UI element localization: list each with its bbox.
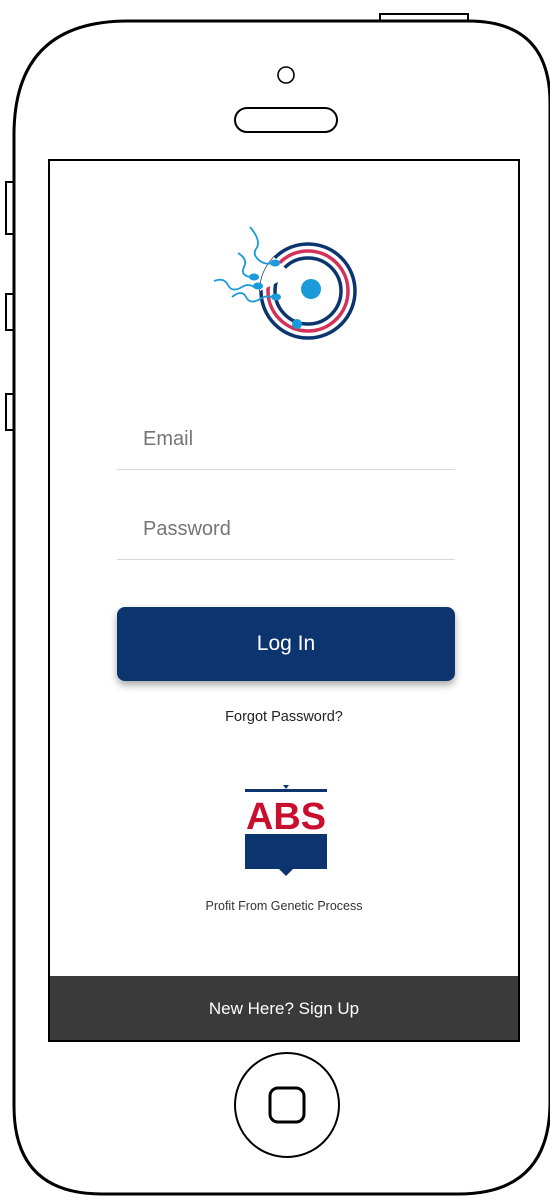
fertility-logo-icon (213, 226, 357, 340)
svg-text:ABS: ABS (246, 796, 326, 838)
app-screen: Log In Forgot Password? ABS Profit From … (48, 159, 520, 1042)
home-button[interactable] (234, 1052, 340, 1158)
brand-tagline: Profit From Genetic Process (205, 899, 363, 913)
login-button[interactable]: Log In (117, 607, 455, 681)
signup-bar[interactable]: New Here? Sign Up (50, 976, 518, 1040)
login-button-label: Log In (256, 632, 316, 655)
email-input[interactable] (117, 409, 455, 469)
abs-logo: ABS (245, 785, 327, 876)
speaker-grille (234, 107, 338, 133)
camera-icon (277, 66, 295, 84)
forgot-password-link[interactable]: Forgot Password? (50, 709, 518, 725)
email-field[interactable] (117, 409, 455, 470)
password-input[interactable] (117, 499, 455, 559)
signup-label: New Here? Sign Up (208, 999, 360, 1018)
password-field[interactable] (117, 499, 455, 560)
